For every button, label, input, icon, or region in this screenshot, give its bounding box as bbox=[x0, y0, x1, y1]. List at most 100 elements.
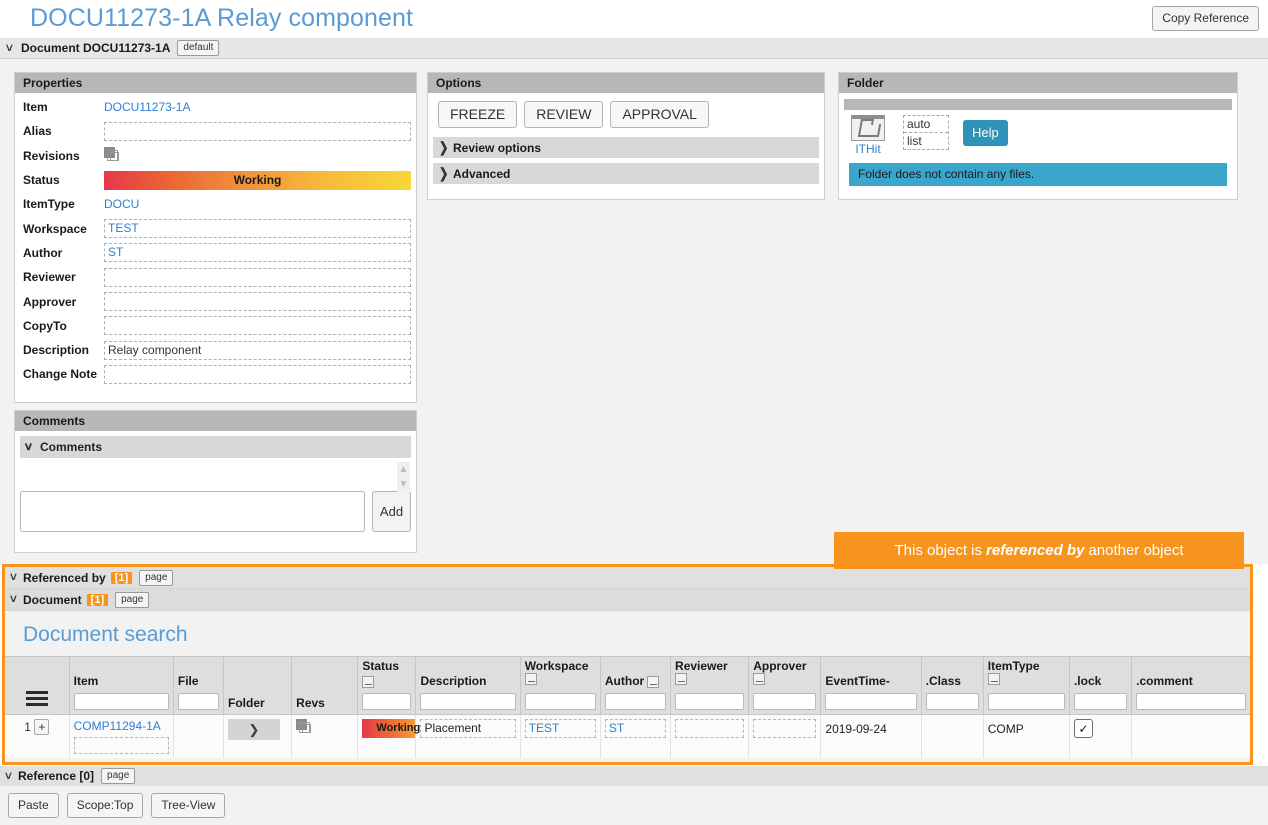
app-root: DOCU11273-1A Relay component Copy Refere… bbox=[0, 0, 1268, 825]
column-options-icon[interactable] bbox=[987, 673, 1000, 685]
referenced-by-page-button[interactable]: page bbox=[139, 569, 174, 586]
column-label: Folder bbox=[228, 696, 265, 710]
cell-folder: ❯ bbox=[223, 714, 293, 758]
column-options-icon[interactable] bbox=[675, 673, 688, 685]
hamburger-menu-icon[interactable] bbox=[9, 691, 65, 710]
filter-input-description[interactable] bbox=[420, 693, 516, 710]
comments-scrollbar[interactable]: ▲ ▼ bbox=[397, 462, 410, 492]
comment-input[interactable] bbox=[20, 491, 365, 532]
auto-list-group: auto list bbox=[903, 115, 949, 150]
accordion-advanced[interactable]: ❯ Advanced bbox=[433, 163, 819, 184]
ithit-link[interactable]: ITHit bbox=[847, 142, 889, 156]
change-note-input[interactable] bbox=[104, 364, 411, 384]
filter-input-status[interactable] bbox=[362, 693, 412, 710]
filter-input-reviewer[interactable] bbox=[675, 693, 745, 710]
comments-section-header[interactable]: ∨ Comments bbox=[20, 436, 411, 458]
table-header-revs: Revs bbox=[291, 656, 359, 715]
row-item-subfield[interactable] bbox=[73, 737, 169, 754]
table-header-menu[interactable] bbox=[5, 656, 70, 715]
column-options-icon[interactable] bbox=[753, 673, 766, 685]
review-button[interactable]: REVIEW bbox=[524, 101, 604, 128]
folder-shortcut[interactable]: ITHit bbox=[847, 115, 889, 156]
chevron-down-icon[interactable]: ∨ bbox=[8, 572, 24, 583]
filter-input-lock[interactable] bbox=[1073, 693, 1128, 710]
help-button[interactable]: Help bbox=[963, 120, 1008, 146]
row-lock-checkbox[interactable]: ✓ bbox=[1073, 719, 1093, 738]
referenced-by-header[interactable]: ∨ Referenced by [1] page bbox=[5, 567, 1250, 589]
alias-input[interactable] bbox=[104, 121, 411, 141]
table-header-lock: .lock bbox=[1069, 656, 1133, 715]
property-label: Item bbox=[23, 100, 48, 115]
item-value-link[interactable]: DOCU11273-1A bbox=[104, 100, 411, 114]
freeze-button[interactable]: FREEZE bbox=[438, 101, 518, 128]
options-button-group: FREEZE REVIEW APPROVAL bbox=[428, 93, 824, 137]
revisions-stack-icon[interactable] bbox=[104, 146, 121, 162]
filter-input-item[interactable] bbox=[73, 693, 169, 710]
column-label: Author bbox=[604, 674, 645, 688]
table-row[interactable]: 1 + COMP11294-1A ❯ Working Placement TES… bbox=[5, 714, 1250, 758]
folder-expand-icon[interactable]: ❯ bbox=[228, 719, 280, 740]
chevron-down-icon[interactable]: ∨ bbox=[8, 594, 24, 605]
column-options-icon[interactable] bbox=[647, 676, 660, 688]
auto-option[interactable]: auto bbox=[904, 116, 948, 133]
filter-input-class[interactable] bbox=[925, 693, 979, 710]
filter-input-itemtype[interactable] bbox=[987, 693, 1065, 710]
column-label: .comment bbox=[1136, 674, 1193, 688]
revisions-stack-icon[interactable] bbox=[296, 719, 313, 734]
filter-input-comment[interactable] bbox=[1136, 693, 1246, 710]
document-header-bar[interactable]: ∨ Document DOCU11273-1A default bbox=[0, 38, 1268, 59]
tooltip-suffix: another object bbox=[1088, 542, 1184, 559]
referenced-by-block: ∨ Referenced by [1] page ∨ Document [1] … bbox=[2, 564, 1253, 765]
table-header-workspace: Workspace bbox=[520, 656, 601, 715]
reference-page-button[interactable]: page bbox=[101, 768, 136, 784]
options-panel-title: Options bbox=[428, 73, 824, 93]
filter-input-author[interactable] bbox=[604, 693, 667, 710]
row-approver-field[interactable] bbox=[753, 719, 817, 738]
paste-button[interactable]: Paste bbox=[8, 793, 59, 818]
workspace-input[interactable]: TEST bbox=[104, 219, 411, 239]
document-sub-page-button[interactable]: page bbox=[115, 591, 150, 608]
row-workspace-field[interactable]: TEST bbox=[524, 719, 596, 738]
filter-input-approver[interactable] bbox=[753, 693, 817, 710]
column-options-icon[interactable] bbox=[524, 673, 537, 685]
list-option[interactable]: list bbox=[904, 133, 948, 149]
row-itemtype-value: COMP bbox=[987, 722, 1024, 736]
property-row-alias: Alias bbox=[15, 119, 416, 143]
chevron-down-icon[interactable]: ∨ bbox=[4, 42, 20, 54]
row-expand-button[interactable]: + bbox=[34, 719, 50, 735]
scope-top-button[interactable]: Scope:Top bbox=[66, 793, 144, 818]
row-author-field[interactable]: ST bbox=[604, 719, 667, 738]
scroll-up-icon[interactable]: ▲ bbox=[399, 464, 409, 474]
copy-reference-button[interactable]: Copy Reference bbox=[1152, 6, 1259, 31]
comments-section-label: Comments bbox=[40, 440, 103, 454]
approval-button[interactable]: APPROVAL bbox=[610, 101, 709, 128]
copyto-input[interactable] bbox=[104, 316, 411, 336]
filter-input-file[interactable] bbox=[177, 693, 219, 710]
add-comment-button[interactable]: Add bbox=[372, 491, 411, 532]
document-search-table: Item File Folder Revs Status Description… bbox=[5, 656, 1250, 758]
reviewer-input[interactable] bbox=[104, 267, 411, 287]
approver-input[interactable] bbox=[104, 292, 411, 312]
folder-open-icon[interactable] bbox=[851, 115, 885, 141]
folder-panel-title: Folder bbox=[839, 73, 1237, 93]
author-input[interactable]: ST bbox=[104, 243, 411, 263]
scroll-down-icon[interactable]: ▼ bbox=[399, 479, 409, 489]
document-sub-header[interactable]: ∨ Document [1] page bbox=[5, 589, 1250, 611]
row-item-link[interactable]: COMP11294-1A bbox=[74, 719, 169, 733]
filter-input-workspace[interactable] bbox=[524, 693, 596, 710]
row-number: 1 bbox=[24, 720, 31, 734]
description-input[interactable]: Relay component bbox=[104, 340, 411, 360]
itemtype-value-link[interactable]: DOCU bbox=[104, 197, 411, 211]
accordion-review-options[interactable]: ❯ Review options bbox=[433, 137, 819, 158]
reference-section-header[interactable]: ∨ Reference [0] page bbox=[0, 766, 1268, 786]
row-description-field[interactable]: Placement bbox=[420, 719, 516, 738]
chevron-down-icon[interactable]: ∨ bbox=[3, 770, 19, 782]
default-tag-button[interactable]: default bbox=[177, 40, 220, 56]
filter-input-eventtime[interactable] bbox=[825, 693, 917, 710]
row-reviewer-field[interactable] bbox=[675, 719, 745, 738]
folder-toolbar-strip bbox=[844, 99, 1232, 110]
row-number-cell: 1 + bbox=[5, 714, 70, 758]
tree-view-button[interactable]: Tree-View bbox=[151, 793, 226, 818]
options-panel: Options FREEZE REVIEW APPROVAL ❯ Review … bbox=[427, 72, 825, 200]
column-options-icon[interactable] bbox=[362, 676, 375, 688]
